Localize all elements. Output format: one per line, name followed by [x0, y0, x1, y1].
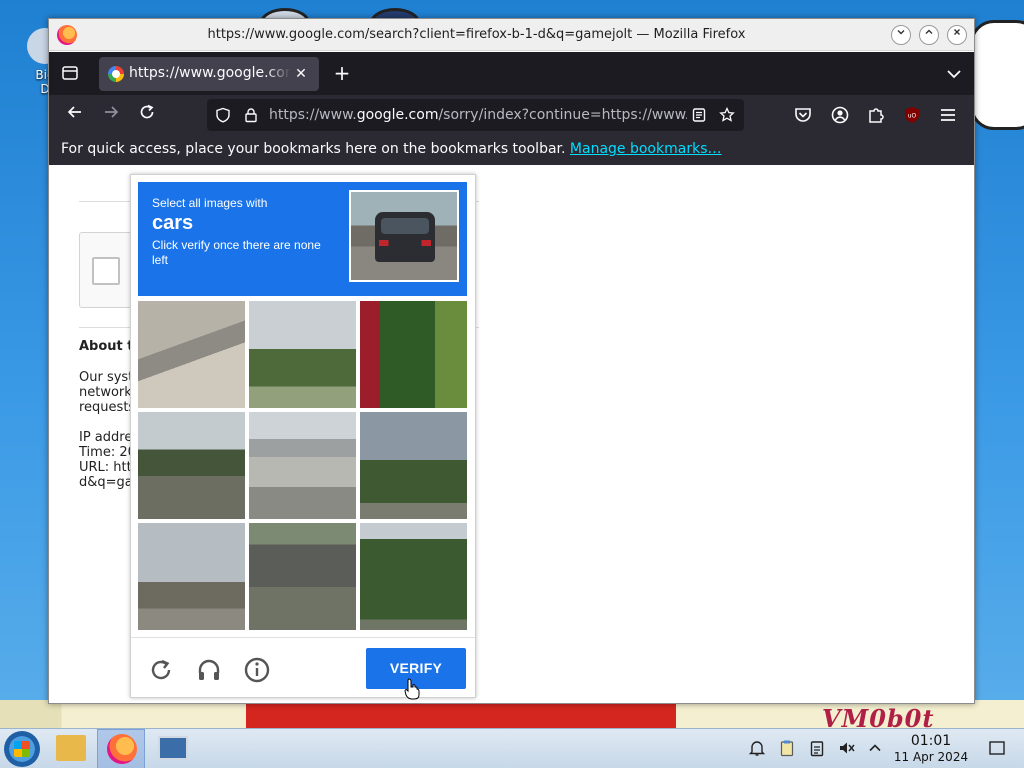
arrow-right-icon	[105, 106, 119, 118]
clipboard-history-icon[interactable]	[808, 739, 826, 757]
svg-text:uO: uO	[908, 113, 917, 120]
tab-bar: https://www.google.com/sorry/index?conti…	[49, 52, 974, 95]
reload-icon	[140, 104, 154, 119]
taskbar-firefox[interactable]	[97, 729, 145, 768]
tile-image	[249, 412, 356, 519]
image-tile[interactable]	[138, 412, 245, 519]
audio-challenge-headphones-icon[interactable]	[195, 656, 223, 684]
page-content: About th Our syste network. requests IP …	[49, 165, 974, 703]
recaptcha-checkbox[interactable]	[92, 257, 120, 285]
challenge-instruction: Select all images with	[152, 196, 268, 210]
close-icon	[954, 29, 960, 35]
url-path: /sorry/index?continue=https://www.google…	[438, 107, 687, 123]
tile-image	[360, 523, 467, 630]
bookmark-star-icon[interactable]	[719, 107, 735, 123]
system-clock[interactable]: 01:01 11 Apr 2024	[886, 732, 976, 765]
challenge-footer: VERIFY	[131, 637, 475, 697]
challenge-image-grid	[138, 301, 468, 631]
ublock-origin-icon[interactable]: uO	[902, 105, 922, 125]
firefox-window: https://www.google.com/search?client=fir…	[48, 18, 975, 704]
challenge-header: Select all images with cars Click verify…	[138, 182, 467, 296]
url-bar[interactable]: https://www.google.com/sorry/index?conti…	[207, 99, 744, 131]
title-bar[interactable]: https://www.google.com/search?client=fir…	[49, 19, 974, 51]
tab-google-sorry[interactable]: https://www.google.com/sorry/index?conti…	[99, 57, 319, 91]
show-desktop-icon[interactable]	[988, 739, 1006, 757]
image-tile[interactable]	[360, 523, 467, 630]
image-tile[interactable]	[249, 412, 356, 519]
minimize-button[interactable]	[891, 25, 911, 45]
recaptcha-challenge: Select all images with cars Click verify…	[130, 174, 476, 698]
chevron-down-icon	[897, 30, 905, 35]
reload-button[interactable]	[135, 103, 159, 127]
list-all-tabs-icon[interactable]	[944, 64, 964, 84]
tile-image	[249, 523, 356, 630]
info-icon[interactable]	[243, 656, 271, 684]
tile-image	[138, 523, 245, 630]
menu-hamburger-icon[interactable]	[938, 105, 958, 125]
image-tile[interactable]	[249, 301, 356, 408]
volume-muted-icon[interactable]	[838, 739, 856, 757]
taskbar-file-manager[interactable]	[46, 729, 94, 768]
extensions-puzzle-icon[interactable]	[866, 105, 886, 125]
bookmarks-toolbar: For quick access, place your bookmarks h…	[49, 135, 974, 165]
account-icon[interactable]	[830, 105, 850, 125]
forward-button[interactable]	[99, 103, 123, 127]
image-tile[interactable]	[138, 301, 245, 408]
url-text[interactable]: https://www.google.com/sorry/index?conti…	[269, 107, 687, 123]
tab-label: https://www.google.com/sorry/index?conti…	[129, 65, 291, 81]
taskbar-system-monitor[interactable]	[148, 729, 196, 768]
monitor-icon	[158, 736, 188, 760]
chevron-up-icon	[925, 29, 933, 34]
chevron-up-icon[interactable]	[866, 739, 884, 757]
firefox-icon	[107, 734, 137, 764]
firefox-logo-icon	[57, 25, 77, 45]
window-title: https://www.google.com/search?client=fir…	[207, 27, 746, 42]
tile-image	[138, 301, 245, 408]
arrow-left-icon	[67, 106, 81, 118]
challenge-note: Click verify once there are none left	[152, 238, 321, 267]
clock-time: 01:01	[910, 733, 952, 749]
reload-challenge-icon[interactable]	[147, 656, 175, 684]
new-tab-button[interactable]: +	[331, 62, 353, 84]
maximize-button[interactable]	[919, 25, 939, 45]
back-button[interactable]	[63, 103, 87, 127]
challenge-keyword: cars	[152, 212, 194, 234]
shield-icon[interactable]	[215, 107, 231, 123]
navigation-toolbar: https://www.google.com/sorry/index?conti…	[49, 95, 974, 135]
tile-image	[249, 301, 356, 408]
tile-image	[138, 412, 245, 519]
image-tile[interactable]	[249, 523, 356, 630]
url-prefix: https://www.	[269, 107, 357, 123]
reader-view-icon[interactable]	[691, 107, 707, 123]
sample-image	[349, 190, 459, 282]
pocket-icon[interactable]	[793, 105, 813, 125]
close-window-button[interactable]	[947, 25, 967, 45]
start-menu-button[interactable]	[4, 731, 40, 767]
manage-bookmarks-link[interactable]: Manage bookmarks…	[570, 141, 722, 157]
wallpaper-text: VM0b0t	[822, 704, 935, 728]
hand-pointer-cursor-icon	[404, 678, 420, 700]
clock-date: 11 Apr 2024	[893, 750, 969, 764]
lock-icon[interactable]	[243, 107, 259, 123]
car-image	[375, 212, 435, 262]
folder-icon	[56, 735, 86, 761]
firefox-view-icon[interactable]	[61, 65, 79, 81]
tab-close-icon[interactable]: ✕	[291, 64, 311, 84]
taskbar: 01:01 11 Apr 2024	[0, 728, 1024, 768]
google-favicon-icon	[108, 66, 124, 82]
tile-image	[360, 301, 467, 408]
clipboard-icon[interactable]	[778, 739, 796, 757]
image-tile[interactable]	[360, 301, 467, 408]
wallpaper-decoration	[970, 20, 1024, 130]
image-tile[interactable]	[138, 523, 245, 630]
bookmarks-hint: For quick access, place your bookmarks h…	[61, 141, 566, 157]
url-host: google.com	[356, 107, 439, 123]
notifications-bell-icon[interactable]	[748, 739, 766, 757]
image-tile[interactable]	[360, 412, 467, 519]
tile-image	[360, 412, 467, 519]
